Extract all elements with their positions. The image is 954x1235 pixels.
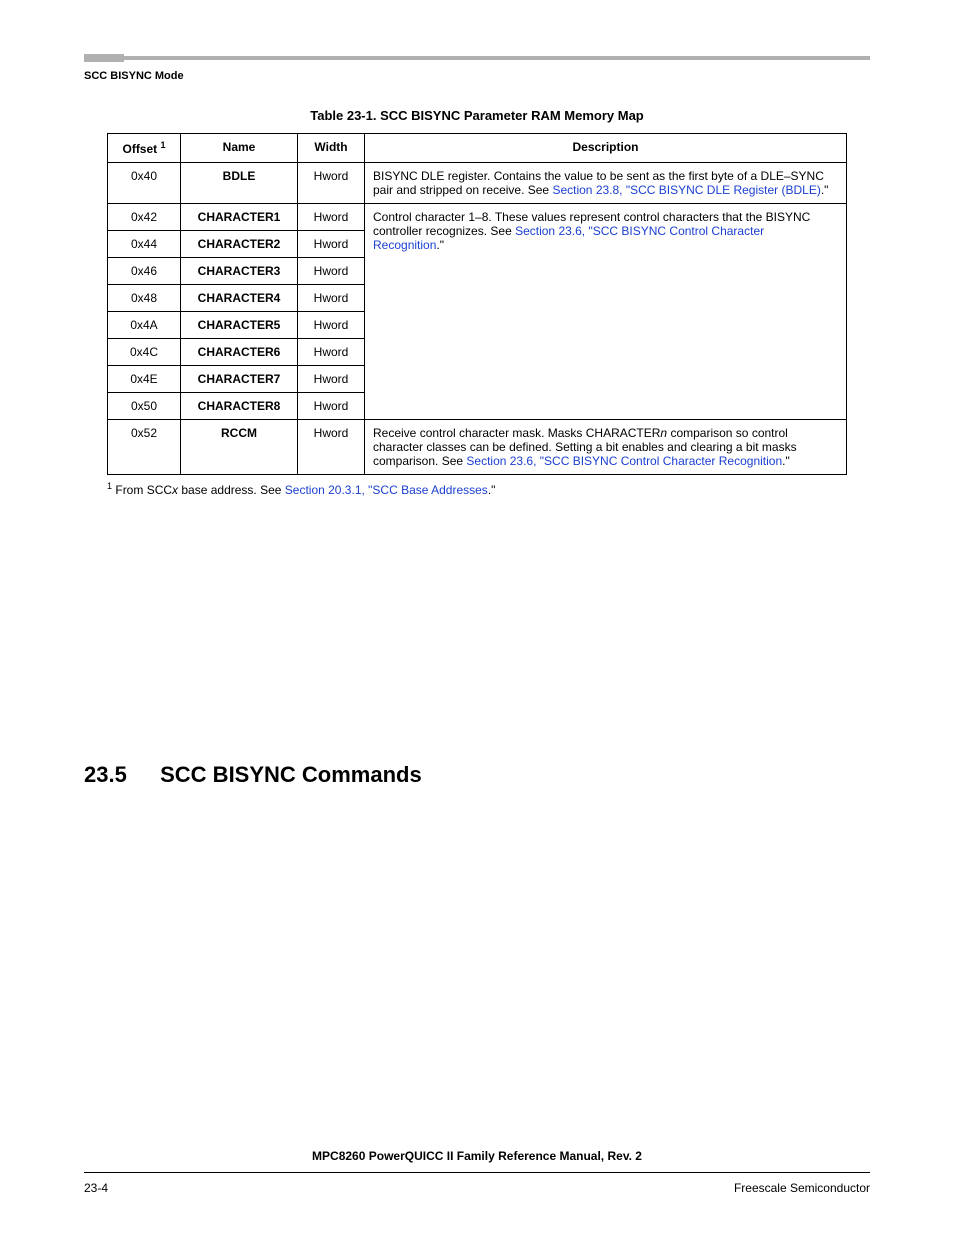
top-rule [84, 56, 870, 60]
cell-offset: 0x4C [108, 339, 181, 366]
table-caption: Table 23-1. SCC BISYNC Parameter RAM Mem… [84, 108, 870, 123]
cell-name: CHARACTER7 [181, 366, 298, 393]
cell-width: Hword [298, 393, 365, 420]
cell-width: Hword [298, 339, 365, 366]
cell-offset: 0x52 [108, 420, 181, 475]
cell-name: CHARACTER4 [181, 285, 298, 312]
cell-offset: 0x4E [108, 366, 181, 393]
cell-offset: 0x44 [108, 231, 181, 258]
footnote-num: 1 [107, 481, 112, 491]
parameter-table: Offset 1 Name Width Description 0x40 BDL… [107, 133, 847, 475]
cell-name: CHARACTER6 [181, 339, 298, 366]
cell-offset: 0x42 [108, 204, 181, 231]
xref-link[interactable]: Section 23.6, "SCC BISYNC Control Charac… [466, 454, 782, 468]
section-heading: 23.5 SCC BISYNC Commands [84, 762, 422, 788]
cell-width: Hword [298, 420, 365, 475]
table-row: 0x52 RCCM Hword Receive control characte… [108, 420, 847, 475]
desc-text: ." [782, 454, 790, 468]
cell-name: CHARACTER5 [181, 312, 298, 339]
cell-name: CHARACTER8 [181, 393, 298, 420]
footer-title: MPC8260 PowerQUICC II Family Reference M… [0, 1149, 954, 1163]
cell-name: BDLE [181, 163, 298, 204]
desc-text: ." [821, 183, 829, 197]
cell-width: Hword [298, 163, 365, 204]
col-offset: Offset 1 [108, 134, 181, 163]
cell-name: CHARACTER1 [181, 204, 298, 231]
footnote-text: ." [488, 483, 496, 497]
cell-width: Hword [298, 366, 365, 393]
footnote-text: From SCC [115, 483, 172, 497]
col-width: Width [298, 134, 365, 163]
page-number: 23-4 [84, 1181, 108, 1195]
table-row: 0x40 BDLE Hword BISYNC DLE register. Con… [108, 163, 847, 204]
page-content: Table 23-1. SCC BISYNC Parameter RAM Mem… [84, 100, 870, 497]
table-header-row: Offset 1 Name Width Description [108, 134, 847, 163]
running-header: SCC BISYNC Mode [84, 70, 184, 82]
desc-text: ." [436, 238, 444, 252]
xref-link[interactable]: Section 23.8, "SCC BISYNC DLE Register (… [552, 183, 820, 197]
cell-description: BISYNC DLE register. Contains the value … [365, 163, 847, 204]
cell-name: CHARACTER2 [181, 231, 298, 258]
footnote-text: base address. See [178, 483, 285, 497]
cell-offset: 0x48 [108, 285, 181, 312]
cell-offset: 0x4A [108, 312, 181, 339]
section-title: SCC BISYNC Commands [160, 762, 422, 787]
cell-offset: 0x40 [108, 163, 181, 204]
cell-name: RCCM [181, 420, 298, 475]
table-row: 0x42 CHARACTER1 Hword Control character … [108, 204, 847, 231]
table-footnote: 1 From SCCx base address. See Section 20… [107, 481, 847, 497]
cell-width: Hword [298, 231, 365, 258]
cell-width: Hword [298, 285, 365, 312]
cell-name: CHARACTER3 [181, 258, 298, 285]
cell-width: Hword [298, 258, 365, 285]
cell-description: Receive control character mask. Masks CH… [365, 420, 847, 475]
section-number: 23.5 [84, 762, 154, 788]
cell-description: Control character 1–8. These values repr… [365, 204, 847, 420]
col-description: Description [365, 134, 847, 163]
footer-vendor: Freescale Semiconductor [734, 1181, 870, 1195]
desc-text: Receive control character mask. Masks CH… [373, 426, 660, 440]
col-name: Name [181, 134, 298, 163]
footer-rule [84, 1172, 870, 1173]
cell-width: Hword [298, 204, 365, 231]
cell-offset: 0x46 [108, 258, 181, 285]
cell-offset: 0x50 [108, 393, 181, 420]
xref-link[interactable]: Section 20.3.1, "SCC Base Addresses [285, 483, 488, 497]
